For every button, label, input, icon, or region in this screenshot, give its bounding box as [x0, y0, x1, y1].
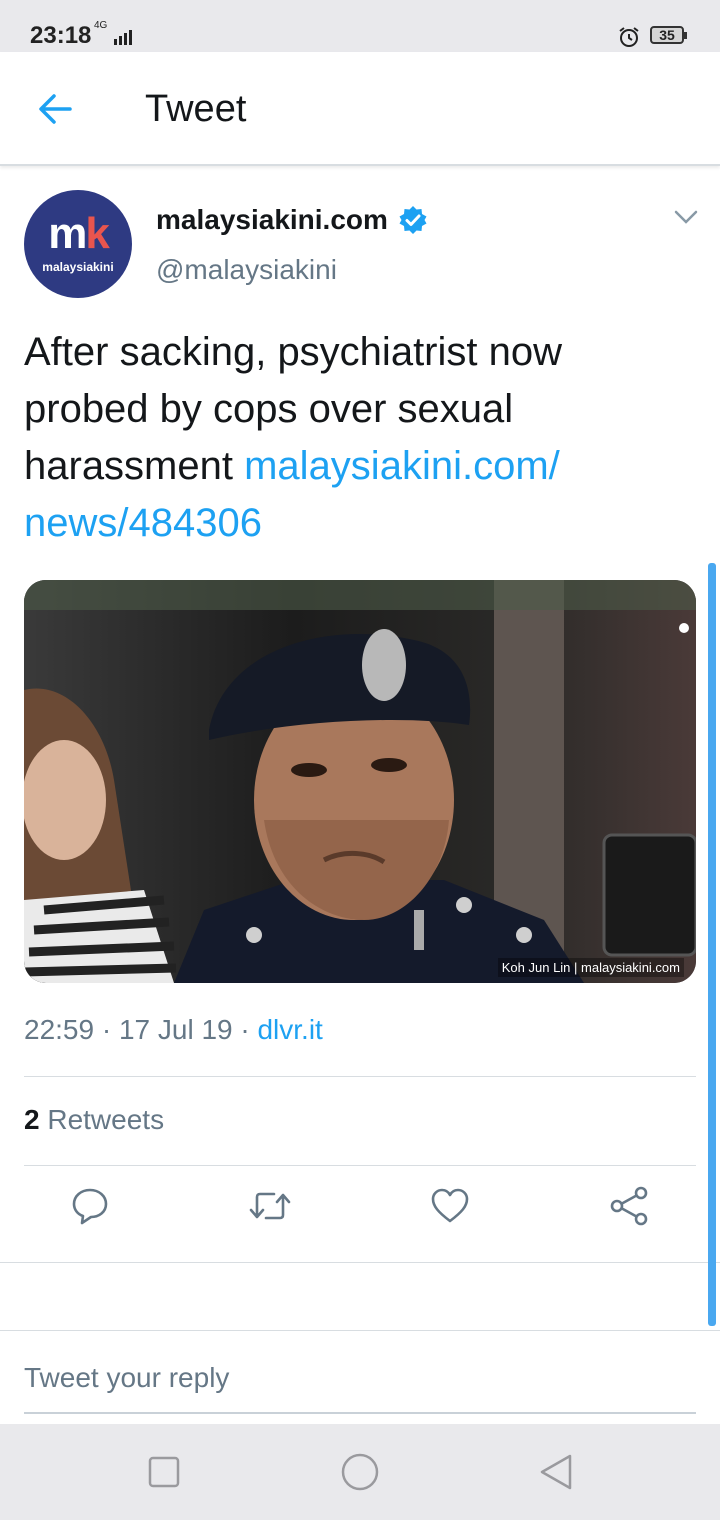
- verified-badge-icon: [399, 206, 427, 234]
- battery-indicator: 35: [650, 26, 687, 44]
- tweet-source-link[interactable]: dlvr.it: [257, 1014, 322, 1045]
- author-display-name[interactable]: malaysiakini.com: [156, 204, 388, 236]
- chevron-down-icon[interactable]: [674, 210, 698, 224]
- app-header: Tweet: [0, 52, 720, 166]
- divider: [0, 1330, 720, 1331]
- reply-input-underline: [24, 1412, 696, 1414]
- tweet-text: After sacking, psychiatrist now probed b…: [24, 324, 674, 552]
- system-nav-bar: [0, 1424, 720, 1520]
- divider: [24, 1165, 696, 1166]
- alarm-icon: [619, 27, 639, 47]
- home-icon[interactable]: [340, 1452, 380, 1492]
- share-icon[interactable]: [608, 1186, 650, 1226]
- recent-apps-icon[interactable]: [148, 1456, 180, 1488]
- retweet-label: Retweets: [39, 1104, 165, 1135]
- status-bar: 23:18 4G 35: [0, 0, 720, 52]
- police-officer-photo: [24, 580, 696, 983]
- author-name[interactable]: malaysiakini.com: [156, 204, 428, 236]
- tweet-image[interactable]: Koh Jun Lin | malaysiakini.com: [24, 580, 696, 983]
- avatar-logo-text: malaysiakini: [42, 260, 114, 274]
- divider: [24, 1076, 696, 1077]
- comment-icon[interactable]: [70, 1186, 110, 1226]
- retweet-count: 2: [24, 1104, 40, 1135]
- tweet-meta: 22:59 · 17 Jul 19 · dlvr.it: [24, 1014, 323, 1046]
- heart-icon[interactable]: [430, 1186, 470, 1226]
- back-nav-icon[interactable]: [538, 1452, 574, 1492]
- tweet-timestamp: 22:59 · 17 Jul 19 ·: [24, 1014, 258, 1045]
- retweet-stats[interactable]: 2 Retweets: [24, 1104, 164, 1136]
- image-credit: Koh Jun Lin | malaysiakini.com: [497, 958, 684, 977]
- network-type: 4G: [94, 20, 108, 31]
- scrollbar[interactable]: [708, 563, 716, 1326]
- avatar-logo-mark: mk: [48, 209, 110, 258]
- avatar[interactable]: mk malaysiakini: [24, 190, 132, 298]
- page-title: Tweet: [145, 88, 247, 130]
- arrow-left-icon[interactable]: [36, 90, 74, 128]
- tweet-actions: [0, 1186, 720, 1246]
- retweet-icon[interactable]: [248, 1186, 292, 1226]
- status-time: 23:18: [30, 22, 92, 49]
- reply-input[interactable]: Tweet your reply: [24, 1362, 229, 1394]
- divider: [0, 1262, 720, 1263]
- author-handle[interactable]: @malaysiakini: [156, 254, 337, 286]
